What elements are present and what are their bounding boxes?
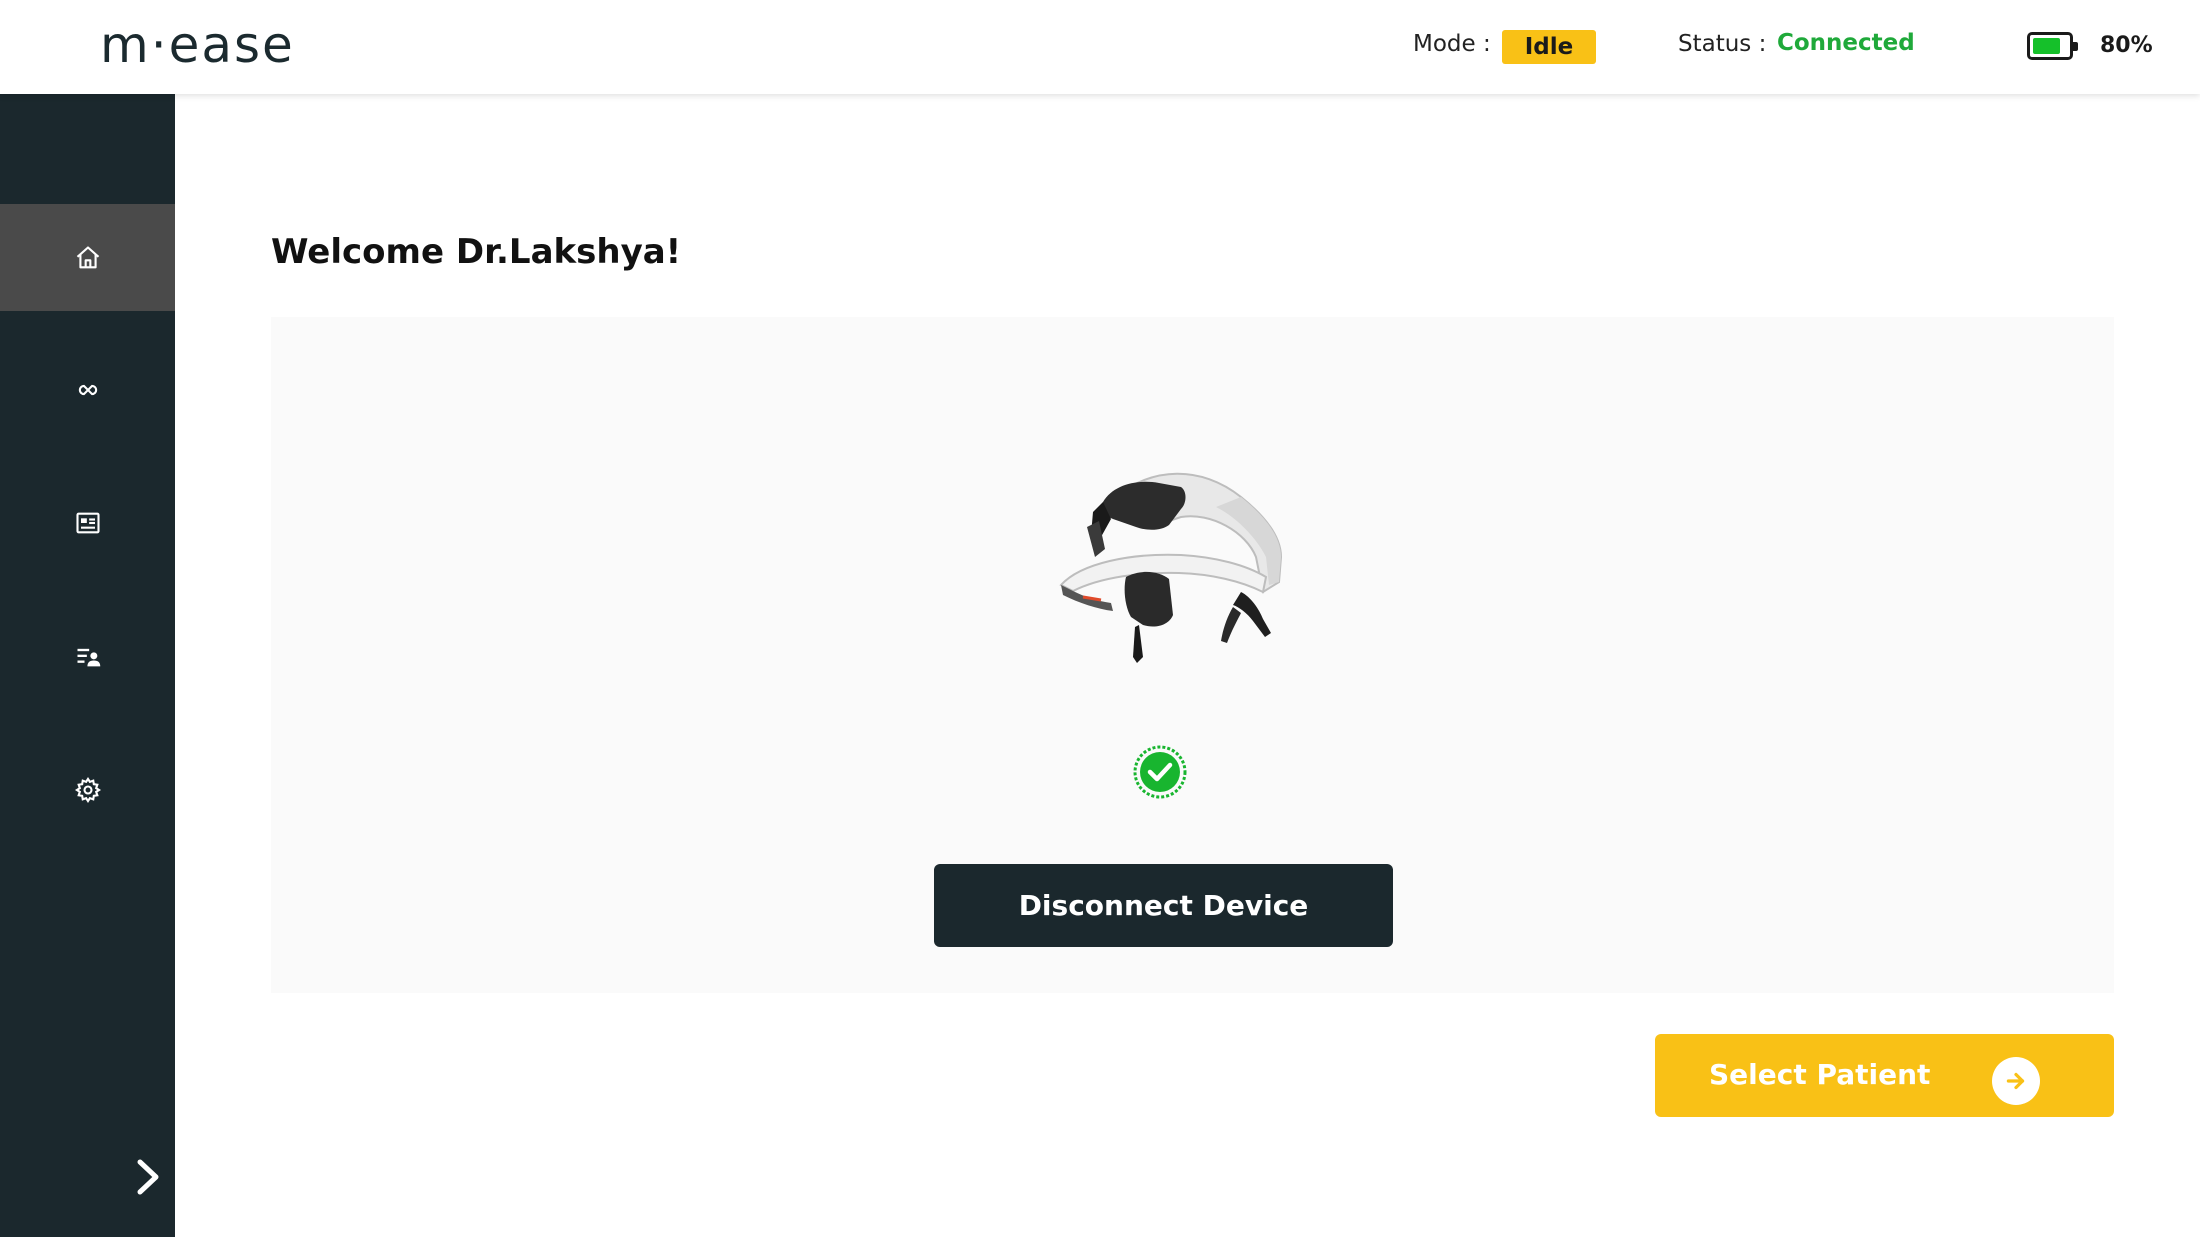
status-value: Connected	[1777, 30, 1915, 56]
report-card-icon	[75, 512, 100, 533]
sidebar-item-reports[interactable]	[0, 469, 175, 576]
disconnect-device-button[interactable]: Disconnect Device	[934, 864, 1393, 947]
sidebar-collapse-button[interactable]	[130, 1154, 166, 1200]
mode-badge: Idle	[1502, 30, 1596, 64]
mode-label: Mode :	[1413, 31, 1491, 57]
chevron-right-icon	[137, 1159, 159, 1195]
select-patient-label: Select Patient	[1709, 1058, 1931, 1091]
battery-percent: 80%	[2100, 33, 2153, 58]
sidebar-item-home[interactable]	[0, 204, 175, 311]
battery-icon	[2027, 32, 2078, 60]
app-logo: m·ease	[100, 16, 295, 74]
status-label: Status :	[1678, 31, 1767, 57]
arrow-right-circle-icon	[1992, 1057, 2040, 1105]
device-panel: Disconnect Device	[271, 317, 2114, 993]
sidebar-item-link[interactable]	[0, 336, 175, 443]
infinity-icon	[78, 384, 97, 395]
sidebar	[0, 94, 175, 1237]
home-icon	[76, 245, 99, 268]
sidebar-item-settings[interactable]	[0, 736, 175, 843]
gear-icon	[74, 776, 101, 803]
battery-fill	[2033, 38, 2061, 54]
select-patient-button[interactable]: Select Patient	[1655, 1034, 2114, 1117]
welcome-heading: Welcome Dr.Lakshya!	[271, 232, 682, 272]
check-badge-icon	[1133, 745, 1187, 799]
headset-device-image	[1059, 472, 1283, 663]
patient-list-icon	[77, 648, 100, 666]
top-header: m·ease Mode : Idle Status : Connected 80…	[0, 0, 2200, 94]
sidebar-item-patients[interactable]	[0, 603, 175, 710]
